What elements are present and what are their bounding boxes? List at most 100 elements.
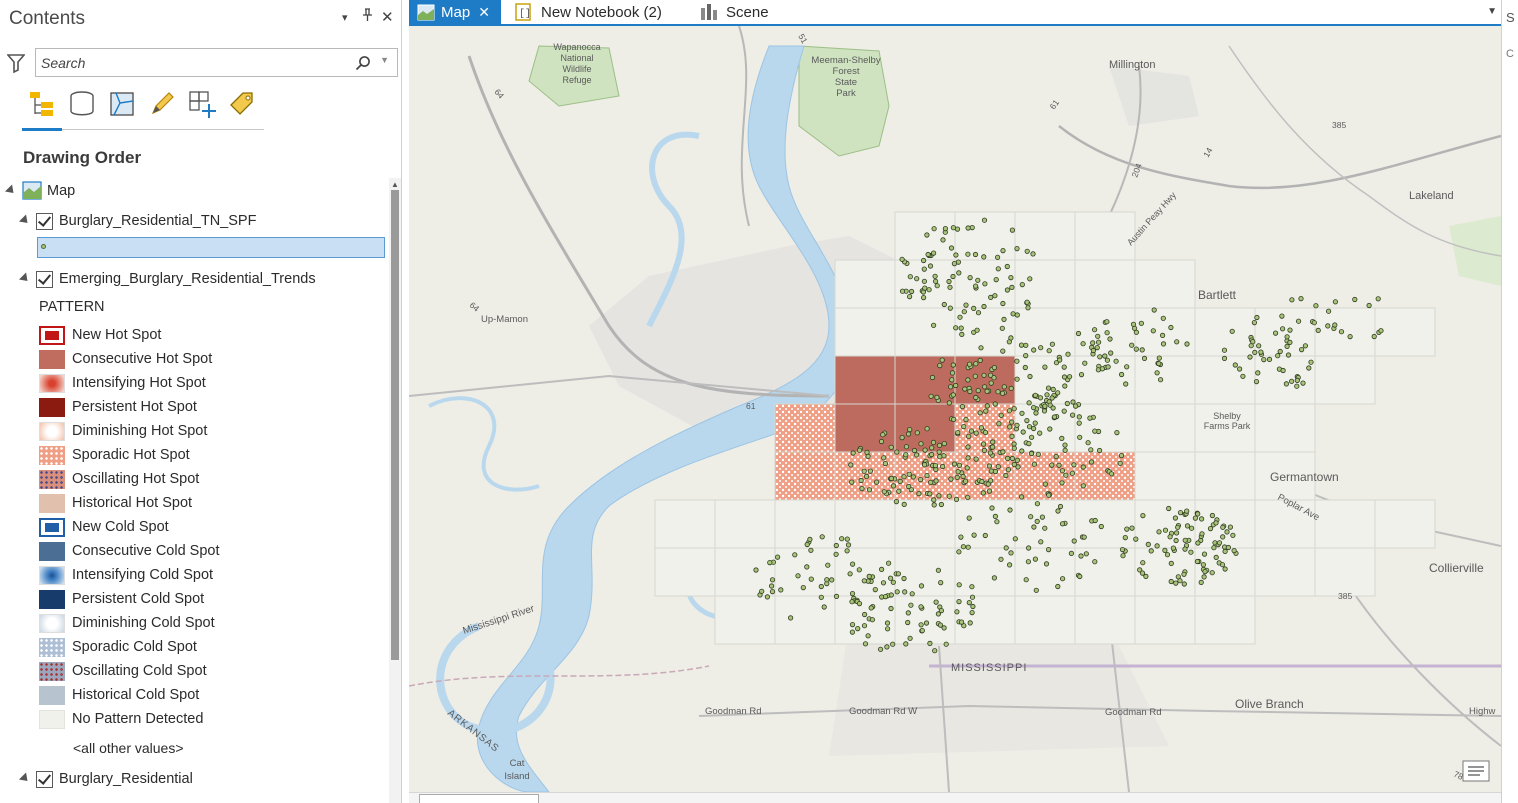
burglary-point[interactable] [1045,385,1052,391]
list-by-selection-button[interactable] [105,88,139,120]
burglary-point[interactable] [1202,568,1208,575]
burglary-point[interactable] [1308,359,1314,365]
burglary-point[interactable] [1063,472,1069,478]
burglary-point[interactable] [971,305,977,311]
burglary-point[interactable] [906,293,913,300]
burglary-point[interactable] [1049,395,1055,401]
burglary-point[interactable] [1129,525,1135,531]
burglary-point[interactable] [1175,524,1181,530]
burglary-point[interactable] [768,583,775,589]
burglary-point[interactable] [849,599,855,605]
burglary-point[interactable] [1009,433,1015,439]
burglary-point[interactable] [872,586,878,593]
burglary-point[interactable] [1173,537,1179,544]
burglary-point[interactable] [1302,343,1309,349]
burglary-point[interactable] [983,408,989,414]
burglary-point[interactable] [928,451,935,458]
burglary-point[interactable] [1000,348,1006,354]
burglary-point[interactable] [1020,429,1026,435]
burglary-point[interactable] [948,476,954,482]
close-pane-button[interactable]: ✕ [381,8,394,26]
list-by-snapping-button[interactable] [185,88,219,120]
burglary-point[interactable] [887,575,894,581]
legend-item[interactable]: Historical Cold Spot [39,684,369,706]
burglary-point[interactable] [1078,553,1084,559]
burglary-point[interactable] [933,478,939,484]
burglary-point[interactable] [808,547,814,553]
burglary-point[interactable] [1037,395,1044,401]
burglary-point[interactable] [969,609,975,616]
grid-cell[interactable] [1074,211,1136,261]
burglary-point[interactable] [936,493,942,499]
burglary-point[interactable] [1006,408,1013,414]
burglary-point[interactable] [1011,461,1017,467]
burglary-point[interactable] [833,551,839,557]
burglary-point[interactable] [1124,526,1130,532]
burglary-point[interactable] [988,380,994,386]
burglary-point[interactable] [1221,347,1228,353]
burglary-point[interactable] [1211,545,1217,551]
grid-cell[interactable] [834,403,896,453]
burglary-point[interactable] [1195,511,1201,517]
grid-cell[interactable] [954,499,1016,549]
burglary-point[interactable] [890,641,896,647]
burglary-point[interactable] [1209,512,1216,519]
burglary-point[interactable] [1207,525,1214,532]
burglary-point[interactable] [1051,414,1058,420]
burglary-point[interactable] [1046,492,1052,498]
legend-item[interactable]: Intensifying Cold Spot [39,564,369,586]
burglary-point[interactable] [908,288,915,295]
burglary-point[interactable] [1122,534,1128,541]
expand-layer3-toggle[interactable] [18,772,32,785]
burglary-point[interactable] [1071,538,1077,544]
burglary-point[interactable] [999,325,1005,331]
legend-item[interactable]: No Pattern Detected [39,708,369,730]
burglary-point[interactable] [1037,430,1043,436]
burglary-point[interactable] [967,275,973,281]
burglary-point[interactable] [962,478,969,484]
burglary-point[interactable] [910,474,916,480]
burglary-point[interactable] [1285,352,1292,358]
burglary-point[interactable] [947,384,954,390]
burglary-point[interactable] [995,463,1001,470]
burglary-point[interactable] [982,281,988,287]
burglary-point[interactable] [901,575,907,582]
burglary-point[interactable] [1057,357,1063,363]
burglary-point[interactable] [1031,461,1038,467]
burglary-point[interactable] [930,322,937,328]
burglary-point[interactable] [855,625,861,632]
burglary-point[interactable] [950,362,956,368]
burglary-point[interactable] [1077,434,1083,440]
burglary-point[interactable] [946,400,952,406]
burglary-point[interactable] [940,237,946,243]
burglary-point[interactable] [946,278,952,285]
burglary-point[interactable] [1104,319,1110,325]
burglary-point[interactable] [1150,328,1156,334]
burglary-point[interactable] [1000,449,1006,455]
burglary-point[interactable] [1014,358,1020,364]
burglary-point[interactable] [973,430,979,436]
burglary-point[interactable] [1294,383,1300,389]
burglary-point[interactable] [1107,336,1113,342]
burglary-point[interactable] [774,554,781,560]
burglary-point[interactable] [930,250,937,256]
burglary-point[interactable] [856,600,863,607]
burglary-point[interactable] [888,444,894,450]
burglary-point[interactable] [1157,377,1164,383]
burglary-point[interactable] [1315,327,1321,333]
burglary-point[interactable] [934,394,940,400]
burglary-point[interactable] [1059,480,1065,486]
burglary-point[interactable] [937,362,943,369]
burglary-point[interactable] [947,284,953,290]
burglary-point[interactable] [878,438,885,445]
burglary-point[interactable] [1046,348,1052,354]
grid-cell[interactable] [1194,595,1256,645]
burglary-point[interactable] [1148,548,1154,554]
burglary-point[interactable] [1039,514,1046,520]
burglary-point[interactable] [929,445,935,451]
burglary-point[interactable] [818,594,824,600]
burglary-point[interactable] [1102,353,1108,359]
burglary-point[interactable] [821,604,827,610]
legend-item[interactable]: Oscillating Cold Spot [39,660,369,682]
burglary-point[interactable] [921,266,927,272]
